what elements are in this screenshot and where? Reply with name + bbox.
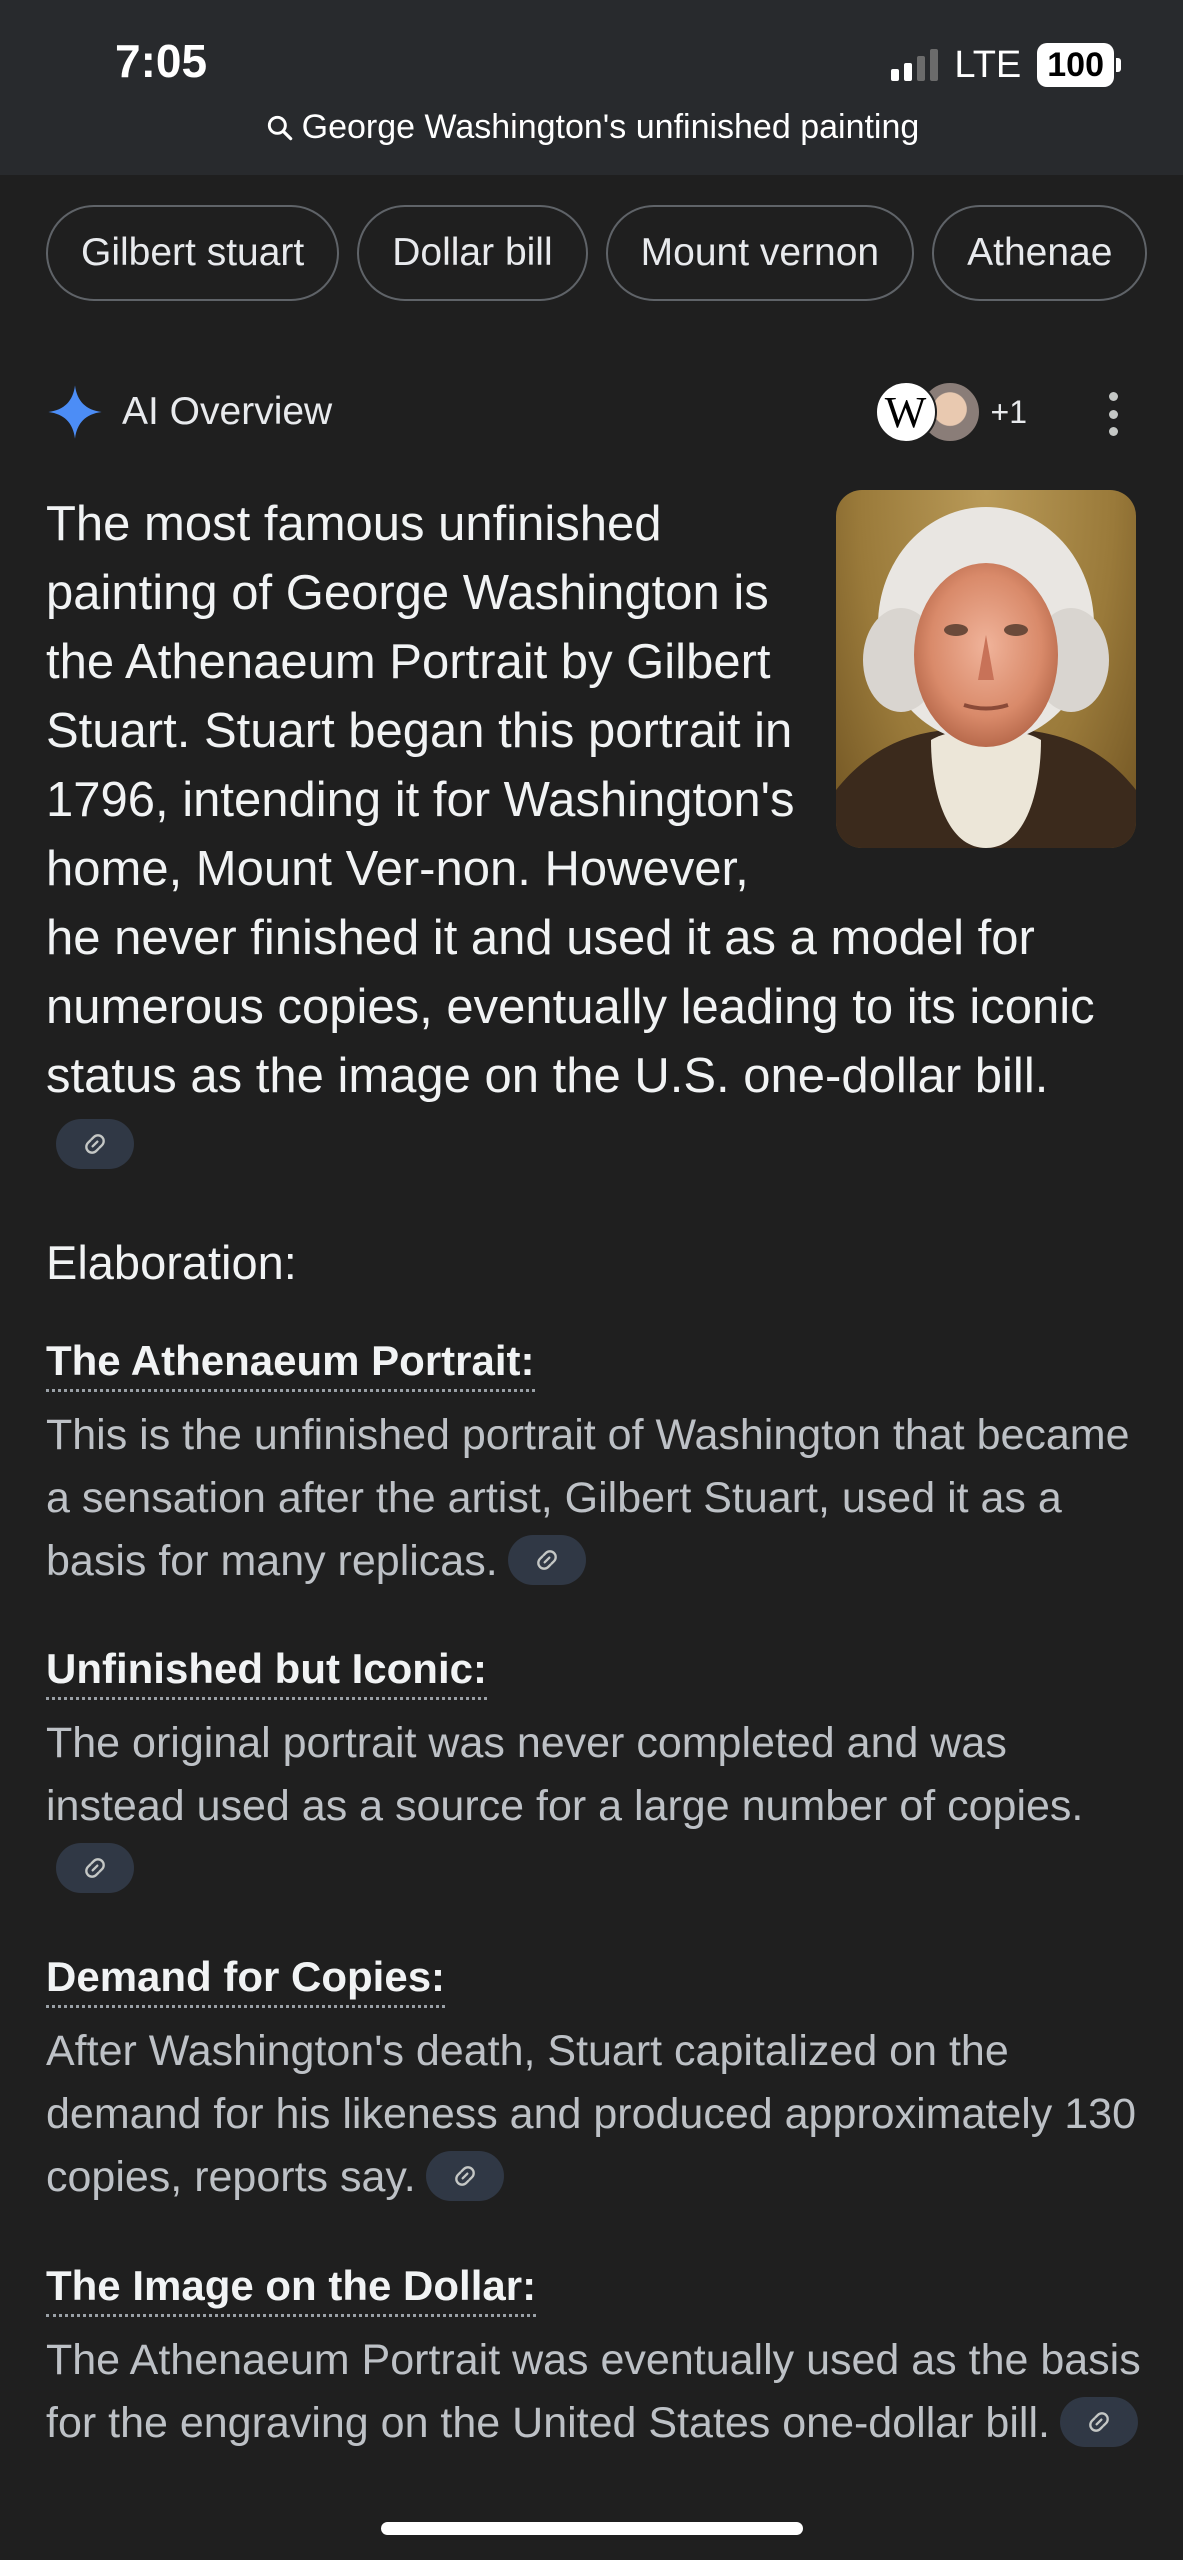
washington-portrait-image[interactable] xyxy=(836,490,1136,848)
search-query-text: George Washington's unfinished painting xyxy=(301,108,920,146)
elaboration-item: Unfinished but Iconic: The original port… xyxy=(46,1643,1146,1901)
ai-overview-title: AI Overview xyxy=(122,390,333,433)
ai-overview-header: AI Overview W +1 xyxy=(46,381,1137,443)
gemini-spark-icon xyxy=(48,385,102,439)
source-avatars[interactable]: W +1 xyxy=(874,381,1027,443)
elaboration-heading[interactable]: Unfinished but Iconic: xyxy=(46,1643,487,1700)
elaboration-heading[interactable]: The Athenaeum Portrait: xyxy=(46,1335,535,1392)
link-icon xyxy=(85,1134,105,1154)
elaboration-body: The original portrait was never complete… xyxy=(46,1712,1146,1901)
chip-gilbert-stuart[interactable]: Gilbert stuart xyxy=(46,205,340,301)
status-time: 7:05 xyxy=(115,35,208,87)
link-icon xyxy=(1089,2411,1109,2432)
elaboration-body: This is the unfinished portrait of Washi… xyxy=(46,1411,1130,1585)
sources-count: +1 xyxy=(990,393,1027,430)
item-link-button[interactable] xyxy=(425,2150,504,2201)
search-query-bar[interactable]: George Washington's unfinished painting xyxy=(0,108,1183,147)
status-icons: LTE 100 xyxy=(891,40,1121,90)
elaboration-heading[interactable]: Demand for Copies: xyxy=(46,1951,446,2008)
item-link-button[interactable] xyxy=(56,1842,134,1893)
item-link-button[interactable] xyxy=(507,1534,586,1585)
elaboration-item: The Image on the Dollar: The Athenaeum P… xyxy=(46,2260,1146,2455)
elaboration-body: The Athenaeum Portrait was eventually us… xyxy=(46,2336,1141,2447)
home-indicator[interactable] xyxy=(381,2522,803,2535)
ai-summary: The most famous unfinished painting of G… xyxy=(46,490,1136,1180)
link-icon xyxy=(85,1857,105,1878)
elaboration-heading[interactable]: The Image on the Dollar: xyxy=(46,2260,537,2317)
item-link-button[interactable] xyxy=(1059,2396,1138,2447)
more-options-icon[interactable] xyxy=(1107,392,1119,436)
network-label: LTE xyxy=(954,43,1022,86)
battery-icon: 100 xyxy=(1037,43,1121,87)
elaboration-item: The Athenaeum Portrait: This is the unfi… xyxy=(46,1335,1146,1593)
link-icon xyxy=(454,2165,475,2186)
signal-icon xyxy=(891,49,939,81)
elaboration-body: After Washington's death, Stuart capital… xyxy=(46,2027,1136,2201)
related-chips: Gilbert stuart Dollar bill Mount vernon … xyxy=(46,205,1148,301)
link-icon xyxy=(536,1549,557,1570)
elaboration-title: Elaboration: xyxy=(46,1236,297,1289)
summary-link-button[interactable] xyxy=(56,1119,134,1170)
search-icon xyxy=(267,115,292,140)
battery-level: 100 xyxy=(1037,43,1114,87)
top-bar: 7:05 LTE 100 George Washington's unfinis… xyxy=(0,0,1183,175)
chip-dollar-bill[interactable]: Dollar bill xyxy=(357,205,588,301)
elaboration-item: Demand for Copies: After Washington's de… xyxy=(46,1951,1146,2209)
wikipedia-icon: W xyxy=(874,381,937,443)
chip-athenaeum[interactable]: Athenae xyxy=(932,205,1148,301)
chip-mount-vernon[interactable]: Mount vernon xyxy=(605,205,915,301)
